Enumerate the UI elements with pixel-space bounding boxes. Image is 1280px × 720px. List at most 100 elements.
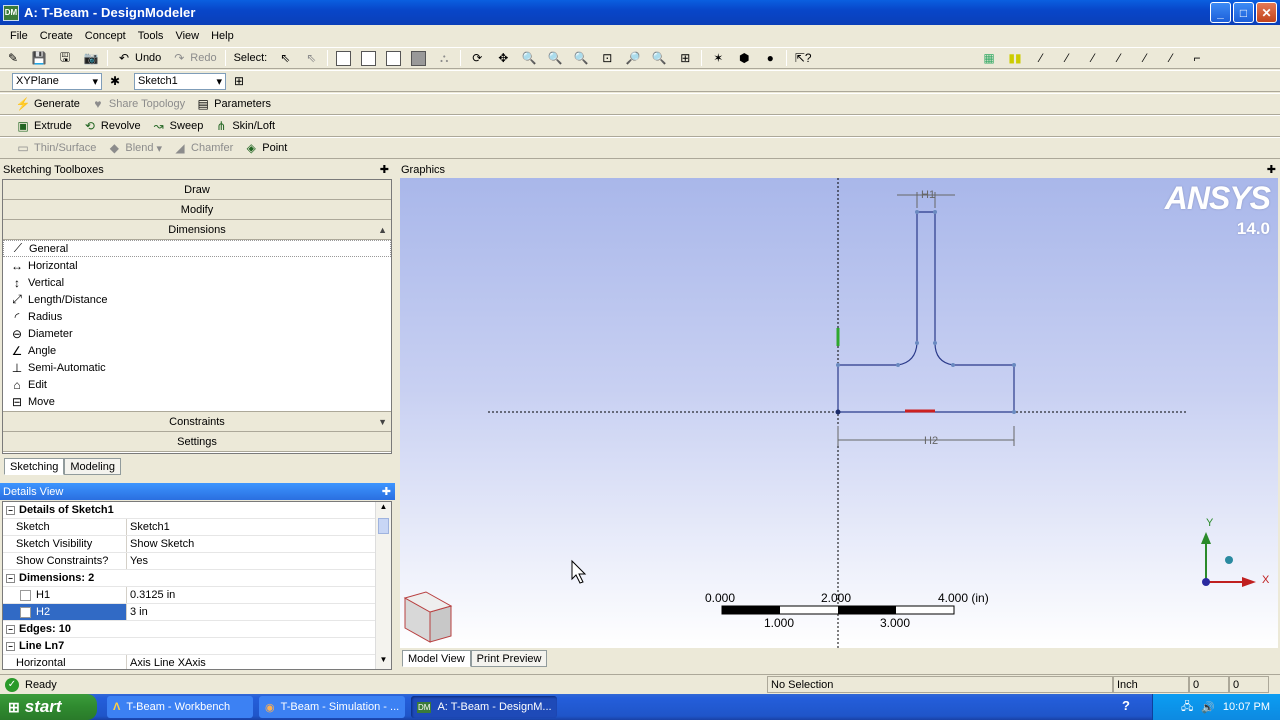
dim-value-input[interactable]: 3 in	[127, 604, 391, 620]
menu-create[interactable]: Create	[34, 30, 79, 42]
new-button[interactable]: ✎	[0, 48, 26, 68]
dimension-row-h2[interactable]: H2 3 in	[3, 604, 391, 621]
graphics-viewport[interactable]: ANSYS 14.0 H1 H2 Y X 0.000 2.000 4.000 (…	[400, 178, 1278, 648]
point-button[interactable]: ◈ Point	[238, 138, 292, 158]
parameter-checkbox[interactable]	[20, 589, 31, 601]
collapse-icon[interactable]: −	[6, 505, 15, 515]
display-edges-button[interactable]: ▮▮	[1002, 48, 1028, 68]
screenshot-button[interactable]: 📷	[78, 48, 104, 68]
dim-edit[interactable]: ⌂ Edit	[3, 376, 391, 393]
dim-value-input[interactable]: 0.3125 in	[127, 587, 391, 603]
dim-general[interactable]: ⟋ General	[3, 240, 391, 257]
zoom-to-fit-button[interactable]: ⊡	[594, 48, 620, 68]
tab-modeling[interactable]: Modeling	[64, 458, 121, 475]
dim-horizontal[interactable]: ↔ Horizontal	[3, 257, 391, 274]
zoom-fit-button[interactable]: 🔍	[568, 48, 594, 68]
pin-icon[interactable]: ✚	[380, 163, 389, 176]
new-plane-button[interactable]: ✱	[102, 71, 128, 91]
skinloft-button[interactable]: ⋔ Skin/Loft	[208, 116, 280, 136]
dim-move[interactable]: ⊟ Move	[3, 393, 391, 410]
rotate-button[interactable]: ⟳	[464, 48, 490, 68]
zoom-button[interactable]: 🔍	[516, 48, 542, 68]
taskbar-designmodeler[interactable]: DM A: T-Beam - DesignM...	[411, 696, 557, 718]
extend-select-button[interactable]: ⛬	[431, 48, 457, 68]
dimension-row-h1[interactable]: H1 0.3125 in	[3, 587, 391, 604]
dim-diameter[interactable]: ⊖ Diameter	[3, 325, 391, 342]
next-view-button[interactable]: ⊞	[672, 48, 698, 68]
edge-style-2-button[interactable]: ⁄	[1054, 48, 1080, 68]
maximize-button[interactable]: □	[1233, 2, 1254, 23]
details-scrollbar[interactable]: ▲ ▼	[375, 502, 391, 669]
blend-button[interactable]: ◆ Blend ▾	[101, 138, 167, 158]
dim-length-distance[interactable]: ⤢ Length/Distance	[3, 291, 391, 308]
dim-vertical[interactable]: ↕ Vertical	[3, 274, 391, 291]
scroll-up-icon[interactable]: ▲	[376, 502, 391, 516]
collapse-icon[interactable]: −	[6, 573, 15, 583]
scroll-down-icon[interactable]: ▼	[378, 417, 387, 427]
details-group-dimensions[interactable]: − Dimensions: 2	[3, 570, 391, 587]
details-row[interactable]: Sketch Sketch1	[3, 519, 391, 536]
extrude-button[interactable]: ▣ Extrude	[10, 116, 77, 136]
menu-help[interactable]: Help	[205, 30, 240, 42]
dim-radius[interactable]: ◜ Radius	[3, 308, 391, 325]
select-bodies-button[interactable]	[406, 48, 431, 68]
details-group-edges[interactable]: − Edges: 10	[3, 621, 391, 638]
new-sketch-button[interactable]: ⊞	[226, 71, 252, 91]
details-value[interactable]: Yes	[127, 553, 391, 569]
save-as-button[interactable]: 🖫	[52, 48, 78, 68]
dim-semi-automatic[interactable]: ⊥ Semi-Automatic	[3, 359, 391, 376]
pin-icon[interactable]: ✚	[1267, 163, 1276, 176]
share-topology-button[interactable]: ♥ Share Topology	[85, 94, 190, 114]
details-value[interactable]: Axis Line XAxis	[127, 655, 391, 669]
collapse-icon[interactable]: −	[6, 624, 15, 634]
pan-button[interactable]: ✥	[490, 48, 516, 68]
menu-tools[interactable]: Tools	[132, 30, 170, 42]
taskbar-workbench[interactable]: Λ T-Beam - Workbench	[107, 696, 253, 718]
edge-style-6-button[interactable]: ⁄	[1158, 48, 1184, 68]
edge-style-7-button[interactable]: ⌐	[1184, 48, 1210, 68]
chamfer-button[interactable]: ◢ Chamfer	[167, 138, 238, 158]
select-faces-button[interactable]	[381, 48, 406, 68]
dim-angle[interactable]: ∠ Angle	[3, 342, 391, 359]
generate-button[interactable]: ⚡ Generate	[10, 94, 85, 114]
display-mode-button[interactable]: ▦	[976, 48, 1002, 68]
collapse-icon[interactable]: −	[6, 641, 15, 651]
edge-style-4-button[interactable]: ⁄	[1106, 48, 1132, 68]
magnifier-button[interactable]: 🔎	[620, 48, 646, 68]
edge-style-1-button[interactable]: ⁄	[1028, 48, 1054, 68]
taskbar-simulation[interactable]: ◉ T-Beam - Simulation - ...	[259, 696, 405, 718]
modify-section[interactable]: Modify	[3, 200, 391, 220]
tab-print-preview[interactable]: Print Preview	[470, 650, 548, 667]
sketch-dropdown[interactable]: Sketch1 ▾	[134, 72, 226, 90]
tab-model-view[interactable]: Model View	[402, 650, 471, 667]
scroll-thumb[interactable]	[378, 518, 389, 534]
redo-button[interactable]: ↷ Redo	[166, 48, 221, 68]
context-help-button[interactable]: ⇱?	[790, 48, 816, 68]
sketch-canvas[interactable]: H1 H2 Y X	[400, 178, 1278, 648]
help-tray-icon[interactable]: ?	[1122, 698, 1130, 713]
scroll-down-icon[interactable]: ▼	[376, 655, 391, 669]
details-group-line[interactable]: − Line Ln7	[3, 638, 391, 655]
select-edges-button[interactable]	[356, 48, 381, 68]
edge-style-5-button[interactable]: ⁄	[1132, 48, 1158, 68]
menu-file[interactable]: File	[4, 30, 34, 42]
dimensions-section[interactable]: Dimensions ▲	[3, 220, 391, 240]
close-button[interactable]: ✕	[1256, 2, 1277, 23]
thin-surface-button[interactable]: ▭ Thin/Surface	[10, 138, 101, 158]
details-group-sketch[interactable]: − Details of Sketch1	[3, 502, 391, 519]
previous-view-button[interactable]: 🔍	[646, 48, 672, 68]
menu-concept[interactable]: Concept	[79, 30, 132, 42]
box-zoom-button[interactable]: 🔍	[542, 48, 568, 68]
edge-style-3-button[interactable]: ⁄	[1080, 48, 1106, 68]
constraints-section[interactable]: Constraints ▼	[3, 412, 391, 432]
undo-button[interactable]: ↶ Undo	[111, 48, 166, 68]
scroll-up-icon[interactable]: ▲	[378, 225, 387, 235]
settings-section[interactable]: Settings	[3, 432, 391, 452]
look-at-button[interactable]: ✶	[705, 48, 731, 68]
minimize-button[interactable]: _	[1210, 2, 1231, 23]
menu-view[interactable]: View	[169, 30, 205, 42]
network-icon[interactable]: 🖧	[1181, 698, 1193, 717]
select-points-button[interactable]	[331, 48, 356, 68]
details-value[interactable]: Show Sketch	[127, 536, 391, 552]
point-display-button[interactable]: ●	[757, 48, 783, 68]
